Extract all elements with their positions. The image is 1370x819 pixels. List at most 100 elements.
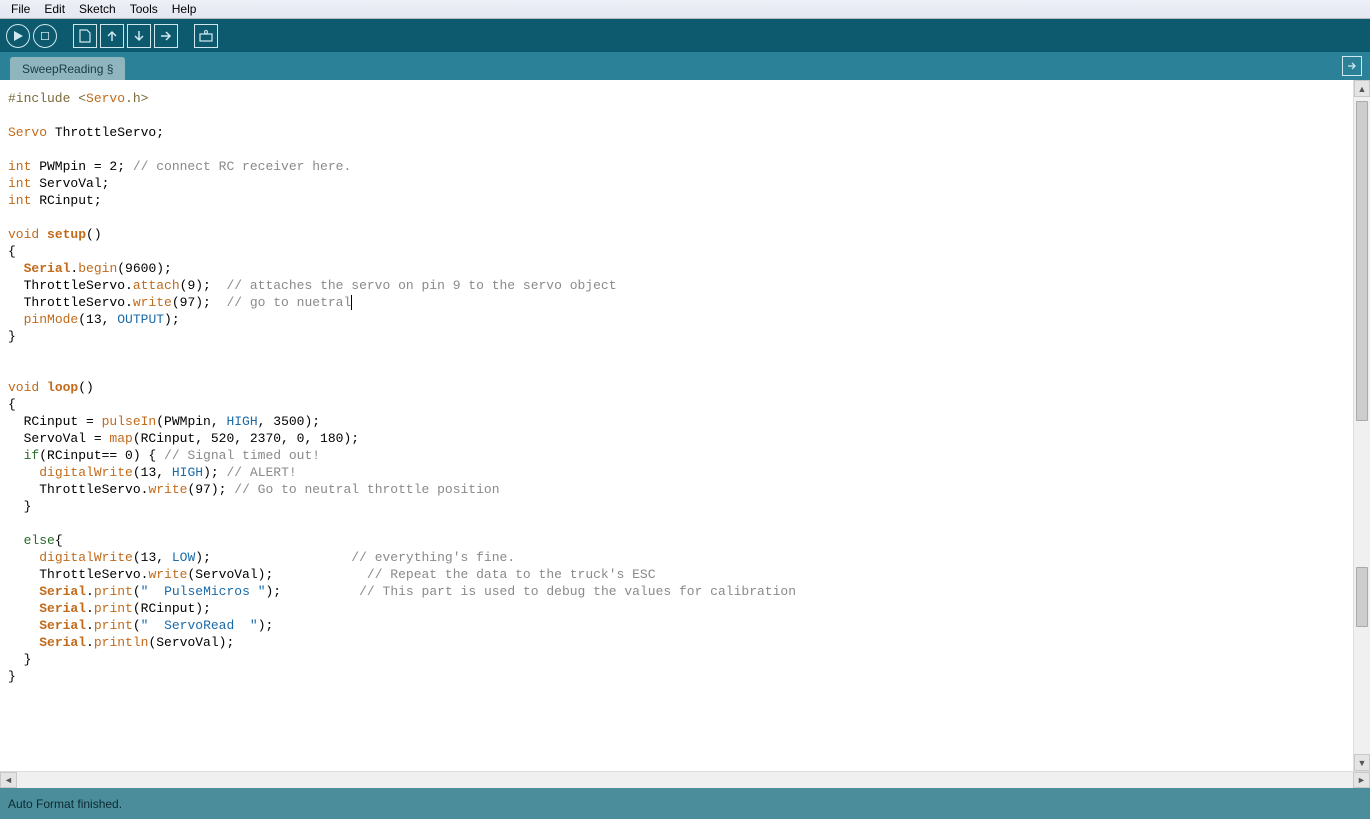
status-bar: Auto Format finished.: [0, 788, 1370, 819]
menu-sketch[interactable]: Sketch: [72, 0, 123, 18]
code-text: RCinput =: [8, 414, 102, 429]
code-text: // Repeat the data to the truck's ESC: [367, 567, 656, 582]
code-text: ThrottleServo.: [8, 278, 133, 293]
code-text: else: [24, 533, 55, 548]
code-text: setup: [47, 227, 86, 242]
menu-file[interactable]: File: [4, 0, 37, 18]
code-text: (RCinput== 0) {: [39, 448, 164, 463]
arrow-up-icon: [106, 30, 118, 42]
new-file-icon: [79, 29, 91, 43]
code-text: Serial: [39, 584, 86, 599]
code-text: (RCinput);: [133, 601, 211, 616]
arrow-down-icon: [133, 30, 145, 42]
code-text: Serial: [39, 635, 86, 650]
code-text: [8, 584, 39, 599]
code-text: ThrottleServo.: [8, 567, 148, 582]
code-text: int: [8, 193, 31, 208]
code-text: // go to nuetral: [226, 295, 351, 310]
tabbar: SweepReading §: [0, 52, 1370, 80]
status-text: Auto Format finished.: [8, 797, 122, 811]
serial-monitor-icon: [199, 30, 213, 42]
scroll-track[interactable]: [17, 772, 1353, 788]
scroll-left-icon[interactable]: ◄: [0, 772, 17, 788]
horizontal-scrollbar[interactable]: ◄ ►: [0, 771, 1370, 788]
toolbar: [0, 19, 1370, 52]
scroll-track[interactable]: [1354, 97, 1370, 754]
code-text: println: [94, 635, 149, 650]
code-editor[interactable]: #include <Servo.h> Servo ThrottleServo; …: [0, 80, 1353, 771]
code-text: " PulseMicros ": [141, 584, 266, 599]
code-text: );: [203, 465, 226, 480]
code-text: {: [8, 244, 16, 259]
code-text: Servo: [86, 91, 125, 106]
code-text: [8, 550, 39, 565]
code-text: map: [109, 431, 132, 446]
code-text: (ServoVal);: [187, 567, 366, 582]
scroll-right-icon[interactable]: ►: [1353, 772, 1370, 788]
code-text: attach: [133, 278, 180, 293]
code-text: void: [8, 380, 39, 395]
code-text: print: [94, 584, 133, 599]
code-text: [8, 618, 39, 633]
code-text: digitalWrite: [39, 465, 133, 480]
code-text: int: [8, 159, 31, 174]
code-text: [39, 227, 47, 242]
code-text: ThrottleServo.: [8, 482, 148, 497]
code-text: if: [24, 448, 40, 463]
text-cursor: [351, 295, 352, 310]
code-text: [8, 448, 24, 463]
code-text: // Go to neutral throttle position: [234, 482, 499, 497]
code-text: digitalWrite: [39, 550, 133, 565]
code-text: Serial: [24, 261, 71, 276]
menubar: File Edit Sketch Tools Help: [0, 0, 1370, 19]
code-text: );: [258, 618, 274, 633]
code-text: [8, 312, 24, 327]
code-text: (13,: [78, 312, 117, 327]
code-text: );: [266, 584, 360, 599]
code-text: LOW: [172, 550, 195, 565]
menu-edit[interactable]: Edit: [37, 0, 72, 18]
code-text: );: [195, 550, 351, 565]
code-text: , 3500);: [258, 414, 320, 429]
code-text: Serial: [39, 601, 86, 616]
code-text: .: [86, 635, 94, 650]
new-button[interactable]: [73, 24, 97, 48]
code-text: ServoVal =: [8, 431, 109, 446]
code-text: [8, 635, 39, 650]
code-text: {: [8, 397, 16, 412]
scroll-up-icon[interactable]: ▲: [1354, 80, 1370, 97]
code-text: ThrottleServo;: [47, 125, 164, 140]
stop-button[interactable]: [33, 24, 57, 48]
editor-area: #include <Servo.h> Servo ThrottleServo; …: [0, 80, 1370, 771]
code-text: {: [55, 533, 63, 548]
scroll-down-icon[interactable]: ▼: [1354, 754, 1370, 771]
code-text: (9600);: [117, 261, 172, 276]
serial-monitor-button[interactable]: [194, 24, 218, 48]
code-text: (ServoVal);: [148, 635, 234, 650]
vertical-scrollbar[interactable]: ▲ ▼: [1353, 80, 1370, 771]
play-icon: [14, 31, 23, 41]
code-text: " ServoRead ": [141, 618, 258, 633]
menu-help[interactable]: Help: [165, 0, 204, 18]
code-text: Servo: [8, 125, 47, 140]
code-text: // ALERT!: [226, 465, 296, 480]
code-text: PWMpin = 2;: [31, 159, 132, 174]
save-button[interactable]: [127, 24, 151, 48]
menu-tools[interactable]: Tools: [123, 0, 165, 18]
code-text: HIGH: [172, 465, 203, 480]
code-text: (): [78, 380, 94, 395]
upload-button[interactable]: [154, 24, 178, 48]
scroll-thumb[interactable]: [1356, 567, 1368, 627]
verify-button[interactable]: [6, 24, 30, 48]
code-text: (): [86, 227, 102, 242]
code-text: (97);: [187, 482, 234, 497]
tab-menu-button[interactable]: [1342, 56, 1362, 76]
code-text: }: [8, 329, 16, 344]
tab-sweepreading[interactable]: SweepReading §: [10, 57, 125, 80]
code-text: // This part is used to debug the values…: [359, 584, 796, 599]
code-text: (97);: [172, 295, 227, 310]
scroll-thumb[interactable]: [1356, 101, 1368, 421]
code-text: print: [94, 618, 133, 633]
open-button[interactable]: [100, 24, 124, 48]
code-text: (13,: [133, 550, 172, 565]
